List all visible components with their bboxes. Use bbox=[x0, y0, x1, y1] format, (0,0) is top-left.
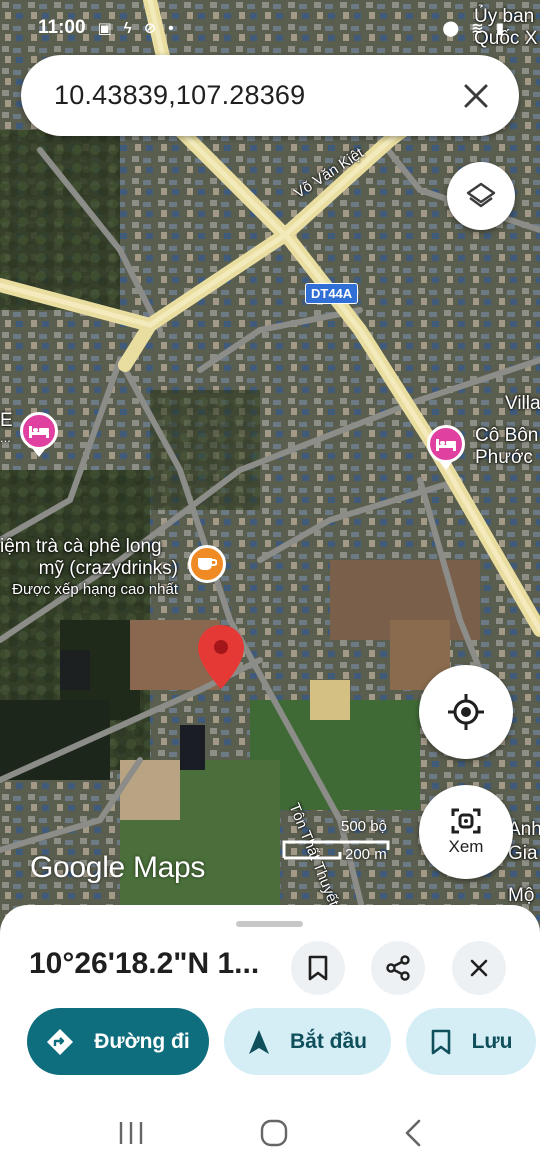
hotel-pin-left[interactable] bbox=[20, 412, 58, 450]
cafe-name-line1: iệm trà cà phê long bbox=[0, 536, 162, 557]
place-label-cafe[interactable]: iệm trà cà phê long mỹ (crazydrinks) Đượ… bbox=[0, 536, 178, 599]
close-icon bbox=[470, 959, 488, 977]
view-label: Xem bbox=[448, 837, 484, 856]
back-icon[interactable] bbox=[402, 1119, 424, 1147]
dot-icon: • bbox=[168, 19, 174, 37]
directions-button[interactable]: Đường đi bbox=[27, 1008, 209, 1075]
place-label-villa: Villa bbox=[505, 393, 540, 414]
close-sheet-button[interactable] bbox=[452, 941, 506, 995]
bed-icon bbox=[29, 426, 49, 438]
directions-label: Đường đi bbox=[94, 1029, 190, 1053]
view-lens-button[interactable]: Xem bbox=[419, 785, 513, 879]
share-button[interactable] bbox=[371, 941, 425, 995]
place-label-line: Phước bbox=[475, 447, 533, 468]
sheet-drag-handle[interactable] bbox=[236, 921, 303, 927]
search-bar[interactable]: 10.43839,107.28369 bbox=[21, 55, 519, 136]
place-label-hotel-left: E ... bbox=[0, 410, 13, 444]
cafe-pin[interactable] bbox=[188, 545, 226, 583]
directions-icon bbox=[47, 1028, 74, 1055]
place-label-line: ... bbox=[0, 430, 11, 445]
navigation-icon bbox=[248, 1029, 269, 1054]
cafe-name-line2: mỹ (crazydrinks) bbox=[38, 558, 178, 579]
no-signal-icon: ⊘ bbox=[143, 20, 157, 37]
bookmark-icon bbox=[431, 1029, 450, 1054]
flash-icon: ϟ bbox=[123, 19, 132, 37]
dropped-pin-icon[interactable] bbox=[198, 625, 244, 689]
place-label-hotel-right: Cô Bôn Phước bbox=[475, 425, 538, 469]
place-label-line: Cô Bôn bbox=[475, 425, 539, 446]
location-icon: ⬤ bbox=[442, 20, 460, 37]
status-time: 11:00 bbox=[38, 17, 86, 38]
lens-icon bbox=[451, 808, 481, 834]
status-bar: 11:00 ▣ ϟ ⊘ • ⬤ ≋ ▮ bbox=[0, 0, 540, 46]
layers-icon bbox=[466, 182, 496, 208]
screenshot-icon: ▣ bbox=[97, 20, 112, 37]
coffee-cup-icon bbox=[198, 558, 217, 570]
home-icon[interactable] bbox=[259, 1118, 289, 1148]
hotel-pin-right[interactable] bbox=[427, 425, 465, 463]
start-label: Bắt đầu bbox=[289, 1029, 367, 1053]
cafe-rating-note: Được xếp hạng cao nhất bbox=[12, 581, 178, 598]
bookmark-button[interactable] bbox=[291, 941, 345, 995]
share-icon bbox=[386, 955, 410, 981]
wifi-icon: ≋ bbox=[471, 20, 484, 37]
coordinate-title: 10°26'18.2"N 1... bbox=[29, 947, 260, 980]
system-nav-bar bbox=[0, 1095, 540, 1170]
scale-imperial: 500 bộ bbox=[341, 818, 387, 835]
clear-search-button[interactable] bbox=[459, 79, 493, 113]
my-location-icon bbox=[448, 694, 484, 730]
bed-icon bbox=[436, 439, 456, 451]
recents-icon[interactable] bbox=[116, 1120, 146, 1146]
start-navigation-button[interactable]: Bắt đầu bbox=[224, 1008, 391, 1075]
search-query[interactable]: 10.43839,107.28369 bbox=[54, 80, 459, 111]
bookmark-icon bbox=[308, 955, 328, 981]
battery-icon: ▮ bbox=[495, 20, 504, 37]
scale-metric: 200 m bbox=[345, 846, 387, 863]
save-label: Lưu bbox=[471, 1029, 513, 1053]
my-location-button[interactable] bbox=[419, 665, 513, 759]
map-scale: 500 bộ 200 m bbox=[280, 818, 392, 866]
road-shield-dt44a: DT44A bbox=[305, 283, 359, 304]
layers-button[interactable] bbox=[447, 162, 515, 230]
place-label-line: Gia bbox=[508, 843, 538, 864]
google-maps-logo: Google Maps bbox=[30, 851, 206, 884]
place-label-line: E bbox=[0, 410, 13, 431]
save-place-button[interactable]: Lưu bbox=[406, 1008, 536, 1075]
close-icon bbox=[464, 84, 488, 107]
